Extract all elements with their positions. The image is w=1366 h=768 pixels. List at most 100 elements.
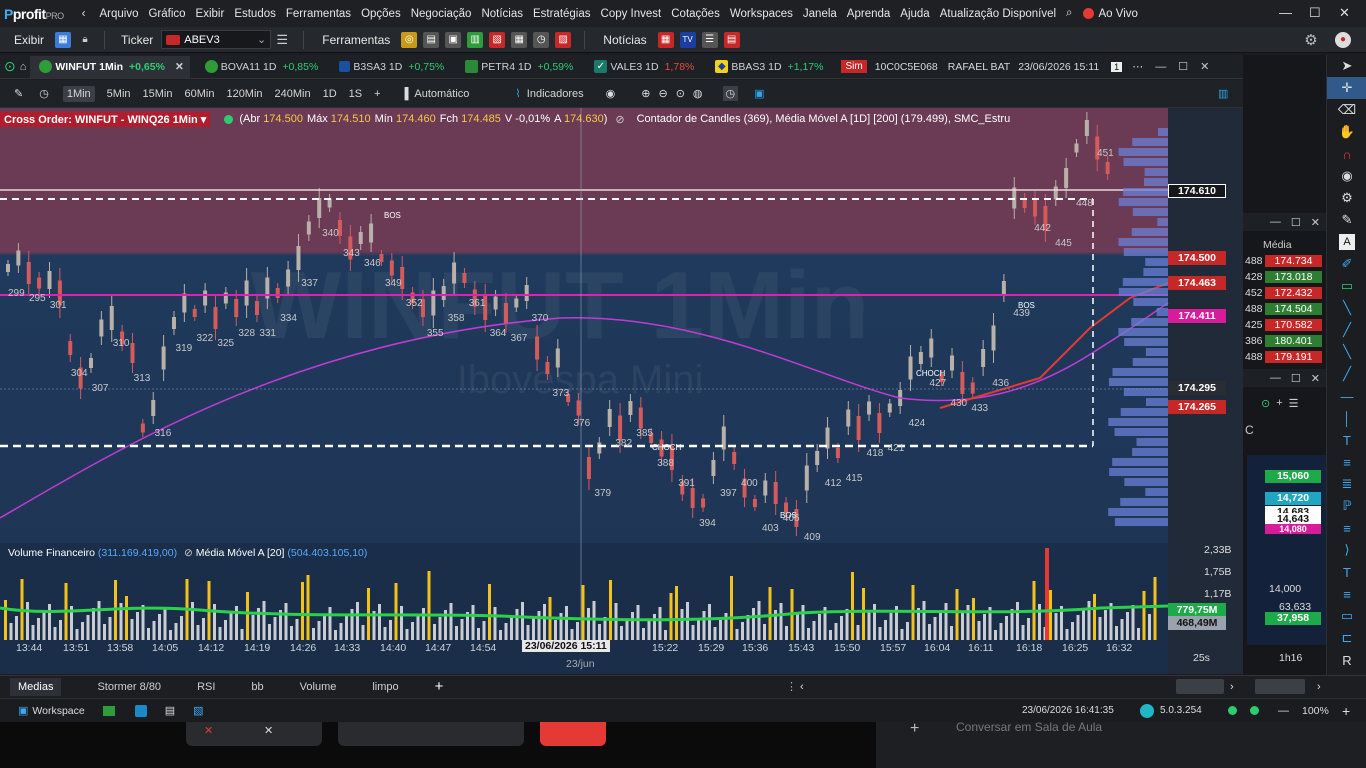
tool-alarm-icon[interactable]: ◷ <box>533 31 550 48</box>
lock-icon[interactable]: 🔒︎ <box>77 32 93 48</box>
tab-petr4[interactable]: PETR4 1D +0,59% <box>456 56 579 78</box>
tab-minimize-icon[interactable]: — <box>1155 61 1166 73</box>
zoom-out-button[interactable]: — <box>1278 705 1289 717</box>
add-icon[interactable]: + <box>1276 397 1282 409</box>
rect-tool-icon[interactable]: ▭ <box>1327 605 1366 627</box>
tool-monitor-icon[interactable]: ▣ <box>445 31 462 48</box>
auto-scale-button[interactable]: Automático <box>414 88 469 100</box>
zoom-in-icon[interactable]: ⊕ <box>641 87 650 100</box>
timeframe-5min[interactable]: 5Min <box>107 88 131 100</box>
tool-bars-icon[interactable]: ▥ <box>467 31 484 48</box>
add-timeframe-icon[interactable]: + <box>374 88 380 100</box>
replay-icon[interactable]: ◷ <box>722 86 739 101</box>
levels-tool-icon[interactable]: ≡ <box>1327 583 1366 605</box>
list-icon[interactable]: ☰ <box>274 32 290 48</box>
news-alert-icon[interactable]: ▤ <box>723 31 740 48</box>
hline-tool-icon[interactable]: — <box>1327 385 1366 407</box>
tool-grid-icon[interactable]: ▦ <box>511 31 528 48</box>
menu-item-aprenda[interactable]: Aprenda <box>847 8 890 20</box>
tab-maximize-icon[interactable]: ☐ <box>1178 60 1188 73</box>
subtab-medias[interactable]: Medias <box>10 677 62 696</box>
text-a-tool-icon[interactable]: A <box>1339 234 1355 250</box>
settings-icon[interactable]: ⊘ <box>615 113 624 126</box>
menu-item-opcoes[interactable]: Opções <box>361 8 401 20</box>
timeframe-1min[interactable]: 1Min <box>62 85 95 102</box>
edit-tool-icon[interactable]: ✎ <box>1327 209 1366 231</box>
link-icon[interactable]: ⊙ <box>1261 397 1270 410</box>
list-icon[interactable]: ☰ <box>1289 397 1299 410</box>
zoom-fit-icon[interactable]: ⊙ <box>676 87 685 100</box>
layout-icon[interactable]: ▦ <box>55 31 72 48</box>
settings-gear-icon[interactable]: ⚙ <box>1303 32 1319 49</box>
indicators-button[interactable]: Indicadores <box>527 88 584 100</box>
menu-item-estrategias[interactable]: Estratégias <box>533 8 591 20</box>
timeframe-1s[interactable]: 1S <box>349 88 362 100</box>
bracket-tool-icon[interactable]: ⊏ <box>1327 627 1366 649</box>
channel-tool-icon[interactable]: ╱ <box>1327 363 1366 385</box>
horizontal-scrollbar[interactable] <box>1176 679 1224 694</box>
timeframe-1d[interactable]: 1D <box>323 88 337 100</box>
subtab-volume[interactable]: Volume <box>300 681 337 693</box>
subtab-limpo[interactable]: limpo <box>372 681 398 693</box>
close-panel-icon[interactable]: ✕ <box>1311 372 1320 385</box>
subtab-bb[interactable]: bb <box>251 681 263 693</box>
chart-canvas[interactable]: WINFUT 1Min Ibovespa Mini BOSBOSBOSCHOCH… <box>0 108 1243 674</box>
minimize-panel-icon[interactable]: — <box>1270 372 1281 384</box>
ray-tool-icon[interactable]: ╱ <box>1327 319 1366 341</box>
news-icon[interactable]: ▦ <box>657 31 674 48</box>
menu-item-copy-invest[interactable]: Copy Invest <box>601 8 662 20</box>
tv-icon[interactable]: TV <box>679 31 696 48</box>
maximize-window-icon[interactable]: ☐ <box>1309 5 1321 21</box>
vline-tool-icon[interactable]: │ <box>1327 407 1366 429</box>
clock-icon[interactable]: ◷ <box>39 87 49 100</box>
zoom-in-button[interactable]: + <box>1342 703 1350 719</box>
timeframe-120min[interactable]: 120Min <box>226 88 262 100</box>
pin-icon[interactable]: ⌂ <box>20 61 27 73</box>
menu-item-arquivo[interactable]: Arquivo <box>99 8 138 20</box>
maximize-panel-icon[interactable]: ☐ <box>1291 216 1301 229</box>
tool-flag-icon[interactable]: ▨ <box>555 31 572 48</box>
ws-calc-icon[interactable]: ▤ <box>165 704 175 717</box>
menu-item-janela[interactable]: Janela <box>803 8 837 20</box>
maximize-panel-icon[interactable]: ☐ <box>1291 372 1301 385</box>
ruler-r-tool-icon[interactable]: R <box>1327 649 1366 671</box>
ruler-tool-icon[interactable]: ▭ <box>1327 275 1366 297</box>
add-chat-icon[interactable]: + <box>910 720 919 738</box>
menu-item-noticias[interactable]: Notícias <box>481 8 523 20</box>
eraser-tool-icon[interactable]: ⌫ <box>1327 99 1366 121</box>
menu-back-icon[interactable]: ‹ <box>82 8 86 20</box>
tab-bbas3[interactable]: ◆ BBAS3 1D +1,17% <box>706 56 829 78</box>
timeframe-60min[interactable]: 60Min <box>184 88 214 100</box>
menu-item-estudos[interactable]: Estudos <box>234 8 276 20</box>
cross-order-label[interactable]: Cross Order: WINFUT - WINQ26 1Min ▾ <box>0 111 211 127</box>
zoom-out-icon[interactable]: ⊖ <box>658 87 667 100</box>
exibir-label[interactable]: Exibir <box>14 33 44 47</box>
cursor-tool-icon[interactable]: ➤ <box>1327 55 1366 77</box>
tab-bova11[interactable]: BOVA11 1D +0,85% <box>196 56 325 78</box>
tool-target-icon[interactable]: ◎ <box>401 31 418 48</box>
menu-item-negociacao[interactable]: Negociação <box>411 8 472 20</box>
menu-item-grafico[interactable]: Gráfico <box>148 8 185 20</box>
hand-tool-icon[interactable]: ✋ <box>1327 121 1366 143</box>
tab-close-icon[interactable]: ✕ <box>1200 60 1209 73</box>
scroll-right-icon[interactable]: › <box>1317 681 1321 693</box>
arc-tool-icon[interactable]: ⟩ <box>1327 539 1366 561</box>
news-list-icon[interactable]: ☰ <box>701 31 718 48</box>
draw-tool-icon[interactable]: ✎ <box>14 87 23 100</box>
minimize-panel-icon[interactable]: — <box>1270 216 1281 228</box>
search-icon[interactable]: ⌕ <box>1066 7 1072 20</box>
price-chart[interactable]: WINFUT 1Min Ibovespa Mini BOS BOS BOS CHOCH… <box>0 108 1243 674</box>
profile-icon[interactable]: ● <box>1335 31 1351 48</box>
tab-b3sa3[interactable]: B3SA3 1D +0,75% <box>330 56 450 78</box>
ws-chart-icon[interactable]: ▧ <box>193 704 203 717</box>
subtab-stormer[interactable]: Stormer 8/80 <box>97 681 161 693</box>
page-number[interactable]: 1 <box>1111 61 1123 72</box>
leave-call-button[interactable] <box>540 722 606 746</box>
trend-tool-icon[interactable]: ╲ <box>1327 341 1366 363</box>
scroll-right-icon[interactable]: › <box>1230 681 1234 693</box>
eye-tool-icon[interactable]: ◉ <box>1327 165 1366 187</box>
add-subtab-icon[interactable]: + <box>435 678 444 695</box>
timeframe-15min[interactable]: 15Min <box>143 88 173 100</box>
camera-off-icon[interactable]: ✕ <box>264 724 273 737</box>
fib2-tool-icon[interactable]: ≣ <box>1327 473 1366 495</box>
